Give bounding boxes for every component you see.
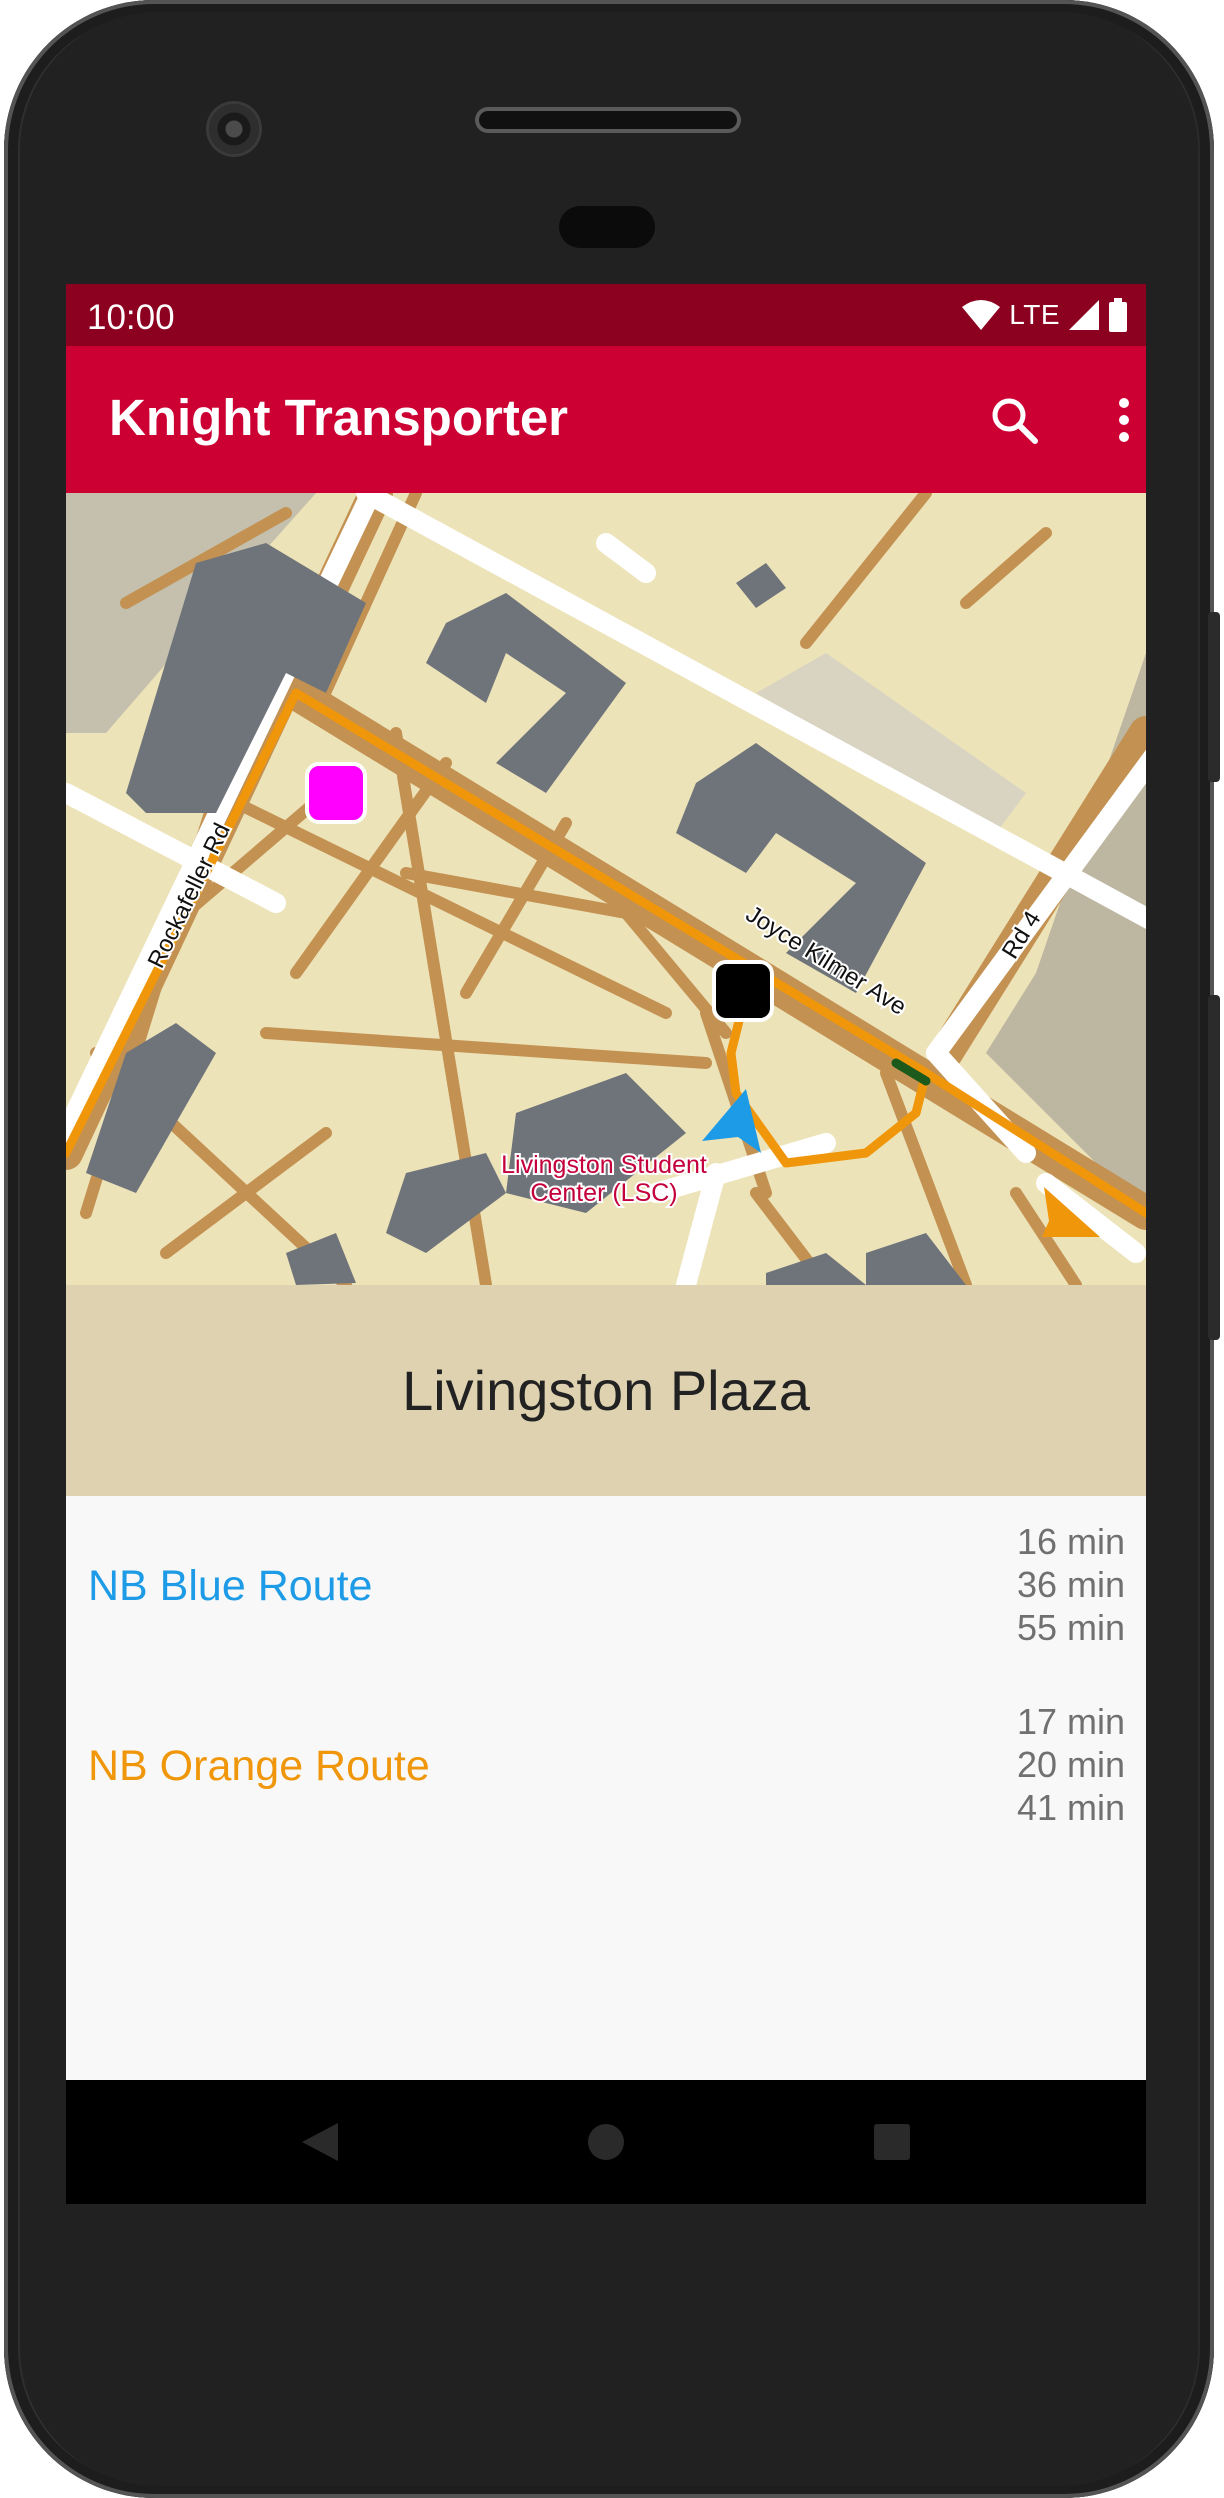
route-name: NB Orange Route xyxy=(88,1742,430,1790)
arrival-time: 16 min xyxy=(1016,1521,1125,1562)
arrival-time: 55 min xyxy=(1016,1607,1125,1648)
network-type-label: LTE xyxy=(1009,299,1060,330)
list-item-route-blue[interactable]: NB Blue Route 16 min 36 min 55 min xyxy=(66,1496,1146,1676)
route-list: NB Blue Route 16 min 36 min 55 min NB Or… xyxy=(66,1496,1146,2080)
route-name: NB Blue Route xyxy=(88,1562,373,1610)
list-item-route-orange[interactable]: NB Orange Route 17 min 20 min 41 min xyxy=(66,1676,1146,1856)
overflow-menu-icon xyxy=(1119,398,1129,442)
arrival-time: 36 min xyxy=(1016,1564,1125,1605)
arrival-time: 41 min xyxy=(1016,1787,1125,1828)
power-button xyxy=(1208,612,1220,782)
stop-name: Livingston Plaza xyxy=(402,1359,810,1422)
arrival-time: 20 min xyxy=(1016,1744,1125,1785)
earpiece-speaker xyxy=(475,107,741,133)
back-button[interactable] xyxy=(284,2106,356,2178)
poi-label-line1: Livingston Student xyxy=(501,1151,707,1179)
wifi-icon xyxy=(962,300,1001,330)
home-icon xyxy=(588,2124,624,2160)
cell-signal-icon xyxy=(1069,300,1099,330)
map-canvas[interactable]: Rockafeller Rd Joyce Kilmer Ave Rd 4 Liv… xyxy=(66,493,1146,1285)
status-icons: LTE xyxy=(961,294,1128,336)
app-title: Knight Transporter xyxy=(109,389,569,446)
recents-button[interactable] xyxy=(856,2106,928,2178)
recents-icon xyxy=(874,2124,910,2160)
route-arrival-times: 16 min 36 min 55 min xyxy=(1017,1520,1125,1649)
stop-header: Livingston Plaza xyxy=(66,1285,1146,1496)
status-time: 10:00 xyxy=(87,298,175,337)
back-icon xyxy=(302,2123,338,2161)
overflow-menu-button[interactable] xyxy=(1086,382,1146,458)
campus-map[interactable]: Rockafeller Rd Joyce Kilmer Ave Rd 4 Liv… xyxy=(66,493,1146,1285)
front-camera xyxy=(209,104,259,154)
selected-stop-marker[interactable] xyxy=(712,960,774,1022)
proximity-sensor xyxy=(559,206,655,248)
system-nav-bar xyxy=(66,2080,1146,2204)
app-bar: Knight Transporter xyxy=(66,346,1146,493)
magenta-stop-marker[interactable] xyxy=(305,762,367,824)
poi-label-line2: Center (LSC) xyxy=(530,1179,677,1207)
search-icon xyxy=(992,398,1038,444)
battery-icon xyxy=(1109,298,1127,332)
volume-button xyxy=(1208,995,1220,1340)
arrival-time: 17 min xyxy=(1016,1701,1125,1742)
search-button[interactable] xyxy=(976,382,1052,458)
screen: 10:00 LTE Knight Transporter Rockafeller… xyxy=(66,284,1146,2204)
route-arrival-times: 17 min 20 min 41 min xyxy=(1017,1700,1125,1829)
home-button[interactable] xyxy=(570,2106,642,2178)
status-bar: 10:00 LTE xyxy=(66,284,1146,346)
